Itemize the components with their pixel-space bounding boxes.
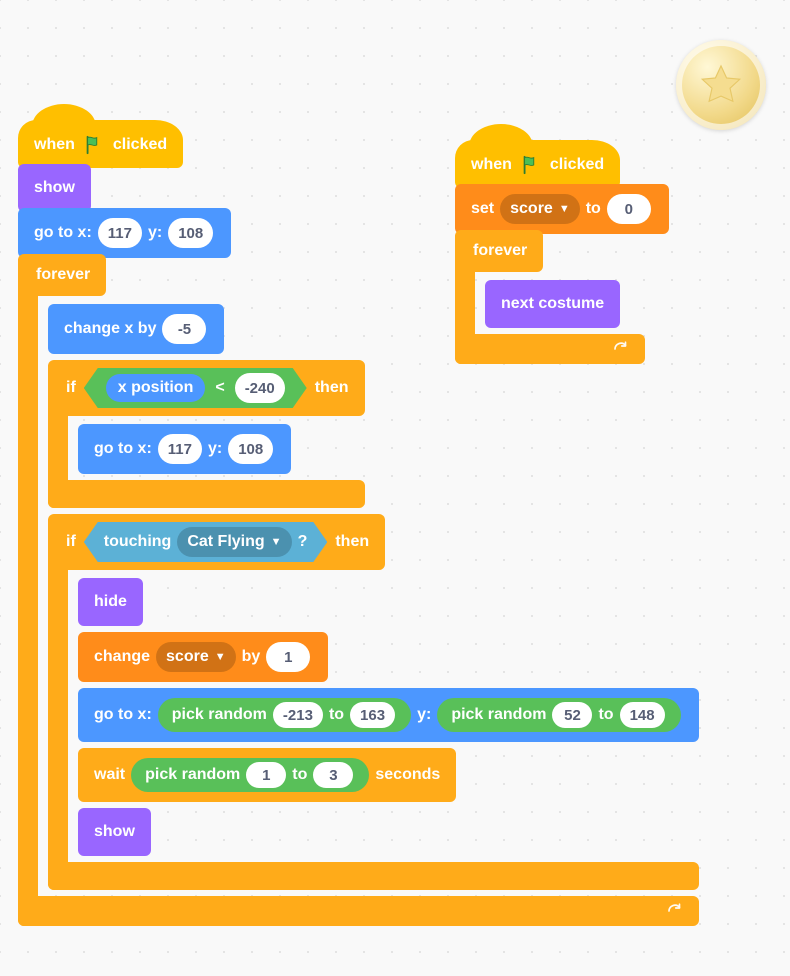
go-to-xy-reset[interactable]: go to x: 117 y: 108 — [78, 424, 291, 474]
label-show: show — [34, 179, 75, 197]
label-seconds: seconds — [375, 766, 440, 784]
loop-arrow-icon — [665, 902, 685, 920]
label-op: < — [215, 379, 224, 397]
hide-block[interactable]: hide — [78, 578, 143, 626]
input-y2[interactable]: 108 — [228, 434, 273, 464]
label-to3: to — [292, 766, 307, 784]
label-gotoy3: y: — [417, 706, 431, 724]
show[interactable]: show — [18, 164, 91, 212]
star-badge — [676, 40, 766, 130]
label-hide: hide — [94, 593, 127, 611]
if-end-cap-2 — [48, 862, 699, 890]
rand-y-b[interactable]: 148 — [620, 702, 665, 728]
label-to2: to — [598, 706, 613, 724]
label-clicked2: clicked — [550, 156, 604, 174]
label-gotox2: go to x: — [94, 440, 152, 458]
change-x-by[interactable]: change x by -5 — [48, 304, 224, 354]
label-clicked: clicked — [113, 136, 167, 154]
label-wait: wait — [94, 766, 125, 784]
set-score-to[interactable]: set score ▼ to 0 — [455, 184, 669, 234]
label-forever: forever — [36, 266, 90, 284]
forever-loop-2[interactable]: forever next costume — [455, 230, 645, 364]
pick-random-y[interactable]: pick random 52 to 148 — [437, 698, 680, 732]
reporter-xposition[interactable]: x position — [106, 374, 206, 402]
touching-sensor[interactable]: touching Cat Flying ▼ ? — [84, 522, 328, 562]
forever-end-cap — [18, 896, 699, 926]
label-gotoy: y: — [148, 224, 162, 242]
show-block-2[interactable]: show — [78, 808, 151, 856]
label-gotox3: go to x: — [94, 706, 152, 724]
touching-target: Cat Flying — [187, 533, 264, 551]
when-flag-clicked[interactable]: when clicked — [18, 120, 183, 168]
go-to-xy[interactable]: go to x: 117 y: 108 — [18, 208, 231, 258]
label-q: ? — [298, 533, 308, 551]
if-end-cap — [48, 480, 365, 508]
var-dropdown-score-2[interactable]: score ▼ — [500, 194, 580, 224]
next-costume[interactable]: next costume — [485, 280, 620, 328]
input-y[interactable]: 108 — [168, 218, 213, 248]
green-flag-icon — [520, 154, 542, 176]
if-xpos-lt[interactable]: if x position < -240 then go to x: 117 — [48, 360, 365, 508]
label-gotox: go to x: — [34, 224, 92, 242]
touching-target-dropdown[interactable]: Cat Flying ▼ — [177, 527, 291, 557]
input-x[interactable]: 117 — [98, 218, 142, 248]
rand-wait-a[interactable]: 1 — [246, 762, 286, 788]
label-changex: change x by — [64, 320, 156, 338]
go-to-random-xy[interactable]: go to x: pick random -213 to 163 y: pick… — [78, 688, 699, 742]
input-x2[interactable]: 117 — [158, 434, 202, 464]
chevron-down-icon: ▼ — [215, 651, 226, 663]
input-set-val[interactable]: 0 — [607, 194, 651, 224]
scratch-canvas[interactable]: when clicked show go to x: 117 y: 108 fo… — [0, 0, 790, 976]
label-by: by — [242, 648, 261, 666]
label-to-set: to — [586, 200, 601, 218]
label-change: change — [94, 648, 150, 666]
label-next-costume: next costume — [501, 295, 604, 313]
label-show2: show — [94, 823, 135, 841]
forever-end-cap-2 — [455, 334, 645, 364]
input-change-val[interactable]: 1 — [266, 642, 310, 672]
change-score-by[interactable]: change score ▼ by 1 — [78, 632, 328, 682]
label-when: when — [34, 136, 75, 154]
green-flag-icon — [83, 134, 105, 156]
rand-wait-b[interactable]: 3 — [313, 762, 353, 788]
pick-random-wait[interactable]: pick random 1 to 3 — [131, 758, 369, 792]
chevron-down-icon: ▼ — [271, 536, 282, 548]
when-flag-clicked-2[interactable]: when clicked — [455, 140, 620, 188]
label-then: then — [315, 379, 349, 397]
script-right[interactable]: when clicked set score ▼ to 0 forever ne… — [455, 140, 669, 364]
var-name-2: score — [510, 200, 553, 218]
label-set: set — [471, 200, 494, 218]
label-then2: then — [335, 533, 369, 551]
input-changex[interactable]: -5 — [162, 314, 206, 344]
label-pick3: pick random — [145, 766, 240, 784]
label-pick2: pick random — [451, 706, 546, 724]
label-to1: to — [329, 706, 344, 724]
label-forever2: forever — [473, 242, 527, 260]
var-dropdown-score[interactable]: score ▼ — [156, 642, 236, 672]
loop-arrow-icon — [611, 340, 631, 358]
label-gotoy2: y: — [208, 440, 222, 458]
wait-seconds[interactable]: wait pick random 1 to 3 seconds — [78, 748, 456, 802]
star-icon — [698, 62, 744, 108]
label-pick1: pick random — [172, 706, 267, 724]
var-name: score — [166, 648, 209, 666]
label-when2: when — [471, 156, 512, 174]
input-threshold[interactable]: -240 — [235, 373, 285, 403]
chevron-down-icon: ▼ — [559, 203, 570, 215]
rand-x-b[interactable]: 163 — [350, 702, 395, 728]
label-touching: touching — [104, 533, 172, 551]
rand-y-a[interactable]: 52 — [552, 702, 592, 728]
pick-random-x[interactable]: pick random -213 to 163 — [158, 698, 411, 732]
if-touching-cat[interactable]: if touching Cat Flying ▼ ? then — [48, 514, 699, 890]
rand-x-a[interactable]: -213 — [273, 702, 323, 728]
operator-lt[interactable]: x position < -240 — [84, 368, 307, 408]
